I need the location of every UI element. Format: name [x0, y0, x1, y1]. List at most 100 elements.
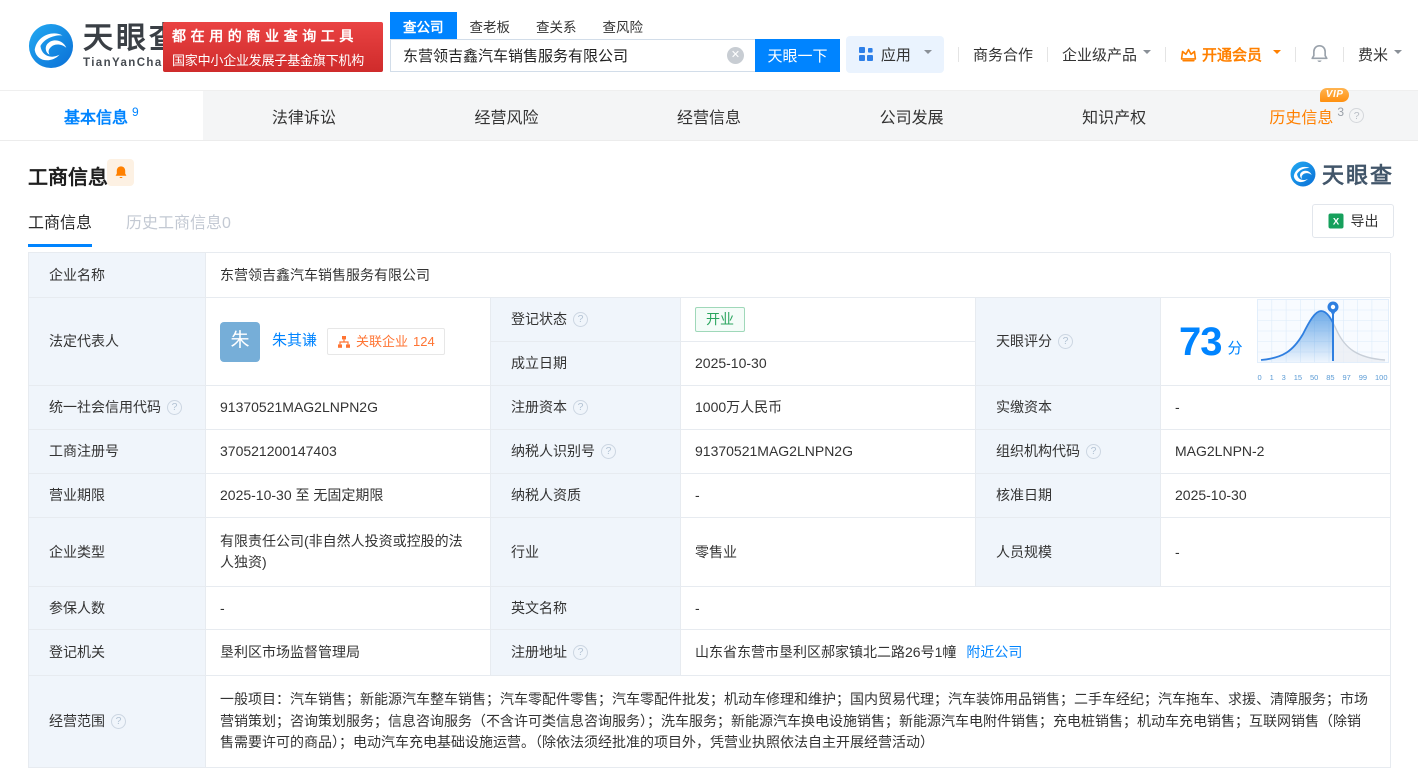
- clear-search-icon[interactable]: ✕: [727, 47, 744, 64]
- export-button[interactable]: X 导出: [1312, 204, 1394, 238]
- tab-history-info[interactable]: 历史信息 VIP 3: [1215, 91, 1418, 140]
- promo-banner: 都在用的商业查询工具 国家中小企业发展子基金旗下机构: [163, 22, 383, 72]
- search-tabs: 查公司 查老板 查关系 查风险: [390, 13, 656, 39]
- field-label-registration-status: 登记状态: [491, 298, 681, 342]
- field-label-legal-representative: 法定代表人: [29, 298, 206, 386]
- search-button[interactable]: 天眼一下: [755, 39, 840, 72]
- divider: [1165, 47, 1166, 62]
- field-label-organization-code: 组织机构代码: [976, 430, 1161, 474]
- search-input[interactable]: [390, 39, 755, 72]
- tab-basic-info[interactable]: 基本信息 9: [0, 91, 203, 140]
- field-value-taxpayer-quality: -: [681, 474, 976, 518]
- divider: [1295, 47, 1296, 62]
- chart-x-ticks: 0131550859799100: [1257, 372, 1389, 383]
- field-value-registration-number: 370521200147403: [206, 430, 491, 474]
- field-label-company-name: 企业名称: [29, 253, 206, 298]
- subtab-history-business-info[interactable]: 历史工商信息0: [126, 209, 231, 247]
- field-value-legal-representative: 朱 朱其谦 关联企业 124: [206, 298, 491, 386]
- field-label-tianyan-score: 天眼评分: [976, 298, 1161, 386]
- svg-text:X: X: [1332, 217, 1339, 228]
- subtabs: 工商信息 历史工商信息0: [28, 209, 231, 247]
- tab-count: 3: [1337, 105, 1344, 119]
- search-tab-risk[interactable]: 查风险: [590, 12, 657, 40]
- help-icon[interactable]: [573, 312, 588, 327]
- score-unit: 分: [1228, 338, 1243, 361]
- field-label-approval-date: 核准日期: [976, 474, 1161, 518]
- field-value-credit-code: 91370521MAG2LNPN2G: [206, 386, 491, 430]
- tab-legal-proceedings[interactable]: 法律诉讼: [203, 91, 406, 140]
- field-label-english-name: 英文名称: [491, 587, 681, 630]
- help-icon[interactable]: [111, 714, 126, 729]
- divider: [958, 47, 959, 62]
- related-companies-badge[interactable]: 关联企业 124: [327, 328, 445, 355]
- tab-intellectual-property[interactable]: 知识产权: [1013, 91, 1216, 140]
- field-value-english-name: -: [681, 587, 1391, 630]
- watermark-logo-icon: [1290, 161, 1316, 187]
- tab-count: 9: [132, 105, 139, 119]
- field-label-registered-address: 注册地址: [491, 630, 681, 676]
- field-label-taxpayer-quality: 纳税人资质: [491, 474, 681, 518]
- company-tabbar: 基本信息 9 法律诉讼 经营风险 经营信息 公司发展 知识产权 历史信息 VIP…: [0, 90, 1418, 141]
- business-cooperation-link[interactable]: 商务合作: [973, 44, 1033, 65]
- monitor-bell-button[interactable]: [107, 159, 134, 186]
- field-label-company-type: 企业类型: [29, 518, 206, 587]
- field-label-business-term: 营业期限: [29, 474, 206, 518]
- field-label-business-scope: 经营范围: [29, 676, 206, 768]
- field-value-tianyan-score: 73 分: [1161, 298, 1391, 386]
- help-icon[interactable]: [1349, 108, 1364, 123]
- help-icon[interactable]: [1058, 334, 1073, 349]
- watermark-text: 天眼查: [1322, 158, 1394, 190]
- legal-rep-name-link[interactable]: 朱其谦: [272, 330, 317, 353]
- status-badge: 开业: [695, 307, 745, 332]
- help-icon[interactable]: [573, 400, 588, 415]
- crown-icon: [1180, 47, 1197, 62]
- field-value-business-scope: 一般项目：汽车销售；新能源汽车整车销售；汽车零配件零售；汽车零配件批发；机动车修…: [206, 676, 1391, 768]
- field-value-company-type: 有限责任公司(非自然人投资或控股的法人独资): [206, 518, 491, 587]
- vip-badge: VIP: [1320, 88, 1350, 102]
- help-icon[interactable]: [1086, 444, 1101, 459]
- legal-rep-avatar[interactable]: 朱: [220, 322, 260, 362]
- enterprise-products-menu[interactable]: 企业级产品: [1062, 44, 1151, 65]
- subtab-business-info[interactable]: 工商信息: [28, 209, 92, 247]
- tianyancha-watermark: 天眼查: [1290, 158, 1394, 190]
- field-value-taxpayer-id: 91370521MAG2LNPN2G: [681, 430, 976, 474]
- field-value-staff-size: -: [1161, 518, 1391, 587]
- help-icon[interactable]: [573, 645, 588, 660]
- field-value-business-term: 2025-10-30 至 无固定期限: [206, 474, 491, 518]
- apps-menu[interactable]: 应用: [846, 36, 944, 73]
- field-label-paid-in-capital: 实缴资本: [976, 386, 1161, 430]
- help-icon[interactable]: [167, 400, 182, 415]
- tab-company-development[interactable]: 公司发展: [810, 91, 1013, 140]
- nearby-companies-link[interactable]: 附近公司: [966, 642, 1022, 663]
- field-value-industry: 零售业: [681, 518, 976, 587]
- user-menu[interactable]: 费米: [1358, 44, 1402, 65]
- tab-operating-risk[interactable]: 经营风险: [405, 91, 608, 140]
- open-vip-menu[interactable]: 开通会员: [1180, 44, 1281, 65]
- search-tab-relation[interactable]: 查关系: [523, 12, 590, 40]
- search-tab-boss[interactable]: 查老板: [457, 12, 524, 40]
- apps-grid-icon: [858, 46, 874, 62]
- field-value-registered-capital: 1000万人民币: [681, 386, 976, 430]
- tab-operating-info[interactable]: 经营信息: [608, 91, 811, 140]
- score-distribution-chart: 0131550859799100: [1257, 299, 1389, 383]
- divider: [1343, 47, 1344, 62]
- related-company-icon: [337, 335, 351, 349]
- monitor-bell-icon: [114, 165, 128, 180]
- username: 费米: [1358, 44, 1388, 65]
- field-value-establish-date: 2025-10-30: [681, 342, 976, 386]
- apps-label: 应用: [881, 44, 911, 65]
- header-nav: 应用 商务合作 企业级产品 开通会员 费米: [846, 36, 1402, 72]
- section-title: 工商信息: [28, 161, 108, 190]
- field-label-establish-date: 成立日期: [491, 342, 681, 386]
- promo-line2: 国家中小企业发展子基金旗下机构: [172, 50, 374, 69]
- field-label-staff-size: 人员规模: [976, 518, 1161, 587]
- field-label-taxpayer-id: 纳税人识别号: [491, 430, 681, 474]
- divider: [1047, 47, 1048, 62]
- score-number: 73: [1179, 322, 1222, 362]
- search-tab-company[interactable]: 查公司: [390, 12, 457, 40]
- field-label-registered-capital: 注册资本: [491, 386, 681, 430]
- notification-bell-icon[interactable]: [1310, 44, 1329, 64]
- field-value-insured-count: -: [206, 587, 491, 630]
- help-icon[interactable]: [601, 444, 616, 459]
- business-info-table: 企业名称 东营领吉鑫汽车销售服务有限公司 法定代表人 朱 朱其谦 关联企业 12…: [28, 252, 1390, 768]
